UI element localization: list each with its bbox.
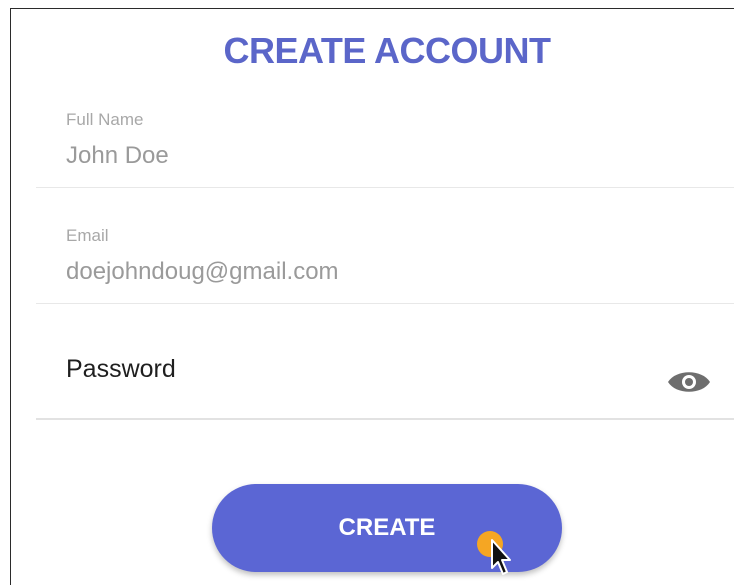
full-name-underline [36,187,734,188]
full-name-input[interactable]: John Doe [66,142,169,170]
full-name-field[interactable]: Full Name John Doe [36,110,734,190]
password-underline [36,418,734,420]
mouse-cursor-icon [477,531,511,575]
eye-icon[interactable] [666,365,712,399]
page-title: CREATE ACCOUNT [223,30,551,71]
email-underline [36,303,734,304]
email-label: Email [66,226,109,245]
password-input[interactable]: Password [66,355,176,384]
password-field[interactable]: Password [36,355,734,425]
full-name-label: Full Name [66,110,144,129]
email-input[interactable]: doejohndoug@gmail.com [66,258,339,286]
email-field[interactable]: Email doejohndoug@gmail.com [36,226,734,306]
